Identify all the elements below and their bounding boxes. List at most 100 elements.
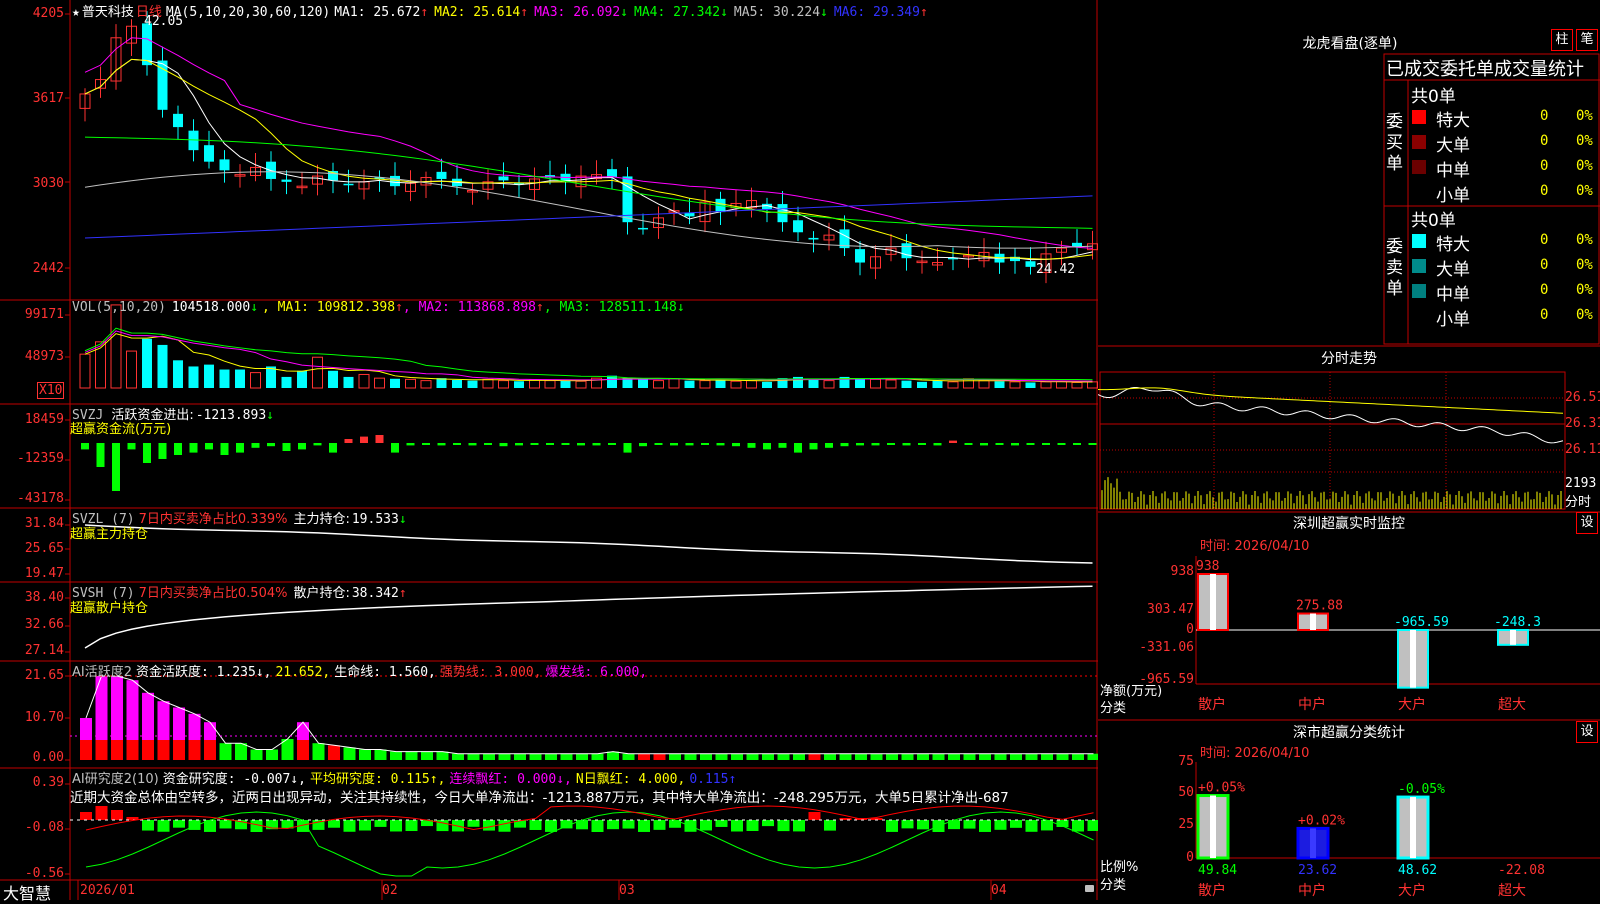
ai1-bar (731, 753, 743, 760)
monitor-category: 中户 (1298, 696, 1326, 713)
ai1-bar (452, 753, 464, 760)
ai2-bar (374, 820, 387, 827)
ai1-bar (591, 753, 604, 760)
main-chart-area[interactable] (0, 0, 1098, 900)
ai2-bar (95, 806, 108, 820)
sell-row-name-0: 特大 (1436, 235, 1470, 255)
monitor-bar-value: -248.3 (1494, 615, 1541, 630)
main-y-label-1: 3617 (32, 91, 64, 106)
classify-bar-shine (1210, 795, 1216, 858)
ai1-bar (483, 753, 495, 760)
ai1-bar (855, 753, 867, 760)
volume-bar (932, 380, 943, 388)
lock-icon[interactable] (1085, 885, 1094, 892)
monitor-y-label-1: 303.47 (1147, 602, 1194, 617)
classify-bar-change: -0.05% (1398, 782, 1445, 797)
x-label-3: 04 (991, 883, 1007, 898)
buy-row-swatch-1 (1412, 135, 1426, 149)
volume-bar (684, 380, 695, 388)
ai1-bar (700, 753, 712, 760)
buy-row-count-2: 0 (1540, 158, 1549, 174)
ai2-item-3: 连续飘红: 0.000↓, (449, 772, 572, 787)
candle-down (498, 176, 509, 181)
svzl-sub: 超赢主力持仓 (70, 527, 149, 542)
ai2-y-label-2: -0.56 (24, 866, 64, 881)
monitor-title: 深圳超赢实时监控 (1293, 516, 1405, 532)
buy-total: 共0单 (1411, 87, 1456, 107)
ai1-bar-base (142, 740, 154, 760)
main-y-label-0: 4205 (32, 6, 64, 21)
ai1-bar (436, 751, 449, 760)
svzl-line (84, 524, 1093, 564)
svzj-y-label-0: 18459 (24, 412, 64, 427)
ai1-bar (390, 751, 402, 760)
volume-bar (204, 364, 214, 388)
ai2-group (80, 806, 1098, 832)
ai1-bar (715, 753, 728, 760)
ai1-bar (1087, 753, 1098, 760)
monitor-bar-shine (1410, 630, 1416, 688)
ai2-bar (994, 820, 1007, 830)
ai1-bar (653, 753, 666, 760)
svzj-bar (716, 443, 725, 446)
monitor-settings-button[interactable]: 设 (1576, 512, 1598, 534)
ai1-bar (1010, 753, 1022, 760)
ai2-bar (824, 820, 836, 831)
ai2-bar (188, 820, 201, 830)
svzj-bar (484, 443, 492, 445)
ai2-bar (328, 820, 340, 828)
svzj-bar (887, 443, 895, 445)
ai1-bar (1025, 753, 1038, 760)
volume-bar (95, 341, 106, 389)
classify-settings-button[interactable]: 设 (1576, 721, 1598, 743)
volume-bar (730, 380, 742, 389)
ai1-bar (793, 753, 805, 760)
svzl-arrow: ↓ (398, 512, 407, 527)
volume-bar (823, 380, 835, 389)
sell-row-pct-1: 0% (1576, 257, 1593, 273)
ma-arrow-1: ↑ (420, 5, 429, 20)
svsh-note: 7日内买卖净占比0.504% (138, 586, 288, 601)
ma-item-5: MA5: 30.224 (733, 5, 821, 20)
svzj-bar (623, 443, 632, 453)
monitor-bar-value: 275.88 (1296, 599, 1343, 614)
svzj-sub: 超赢资金流(万元) (70, 422, 172, 437)
svsh-y-label-2: 27.14 (24, 643, 64, 658)
ai2-bar (979, 820, 991, 832)
ma-arrow-2: ↑ (520, 5, 529, 20)
dragon-title: 龙虎看盘(逐单) (1302, 36, 1398, 52)
ai1-bar (870, 753, 883, 760)
ai1-item-1: 资金活跃度: 1.235↓, (136, 665, 272, 680)
monitor-bar-value: -965.59 (1394, 615, 1449, 630)
vol-ma-arrow-1: ↑ (395, 300, 403, 315)
tick-toggle-button[interactable]: 笔 (1576, 29, 1598, 51)
classify-category: 超大 (1498, 883, 1526, 899)
monitor-bar-shine (1310, 613, 1316, 630)
volume-bar (358, 373, 370, 389)
ai2-bar (793, 820, 805, 832)
classify-bar-change: +0.05% (1198, 781, 1245, 796)
volume-bar (855, 378, 865, 388)
vol-y-label-0: 99171 (24, 307, 64, 322)
volume-bar (1071, 381, 1083, 389)
intraday-price-0: 26.51 (1565, 390, 1600, 405)
brand-label: 大智慧 (3, 884, 52, 903)
ai2-bar (731, 820, 743, 832)
ma-arrow-5: ↓ (820, 5, 828, 20)
svzj-bar (592, 443, 601, 446)
ai1-bar-top (157, 701, 170, 740)
ai1-bar (576, 753, 588, 760)
volume-bar (436, 378, 447, 388)
volume-bar (870, 378, 881, 389)
classify-bar-shine (1410, 797, 1416, 858)
ai2-bar (622, 820, 635, 829)
svzj-bar (143, 443, 151, 463)
ai1-bar-base (188, 740, 201, 760)
svzj-bar (639, 443, 647, 447)
ai1-bar (746, 753, 759, 760)
svzj-bar (1057, 443, 1066, 445)
candle-down (219, 159, 230, 171)
monitor-bar-value: 938 (1196, 559, 1219, 574)
x-label-1: 02 (382, 883, 398, 898)
bar-toggle-button[interactable]: 柱 (1551, 29, 1573, 51)
